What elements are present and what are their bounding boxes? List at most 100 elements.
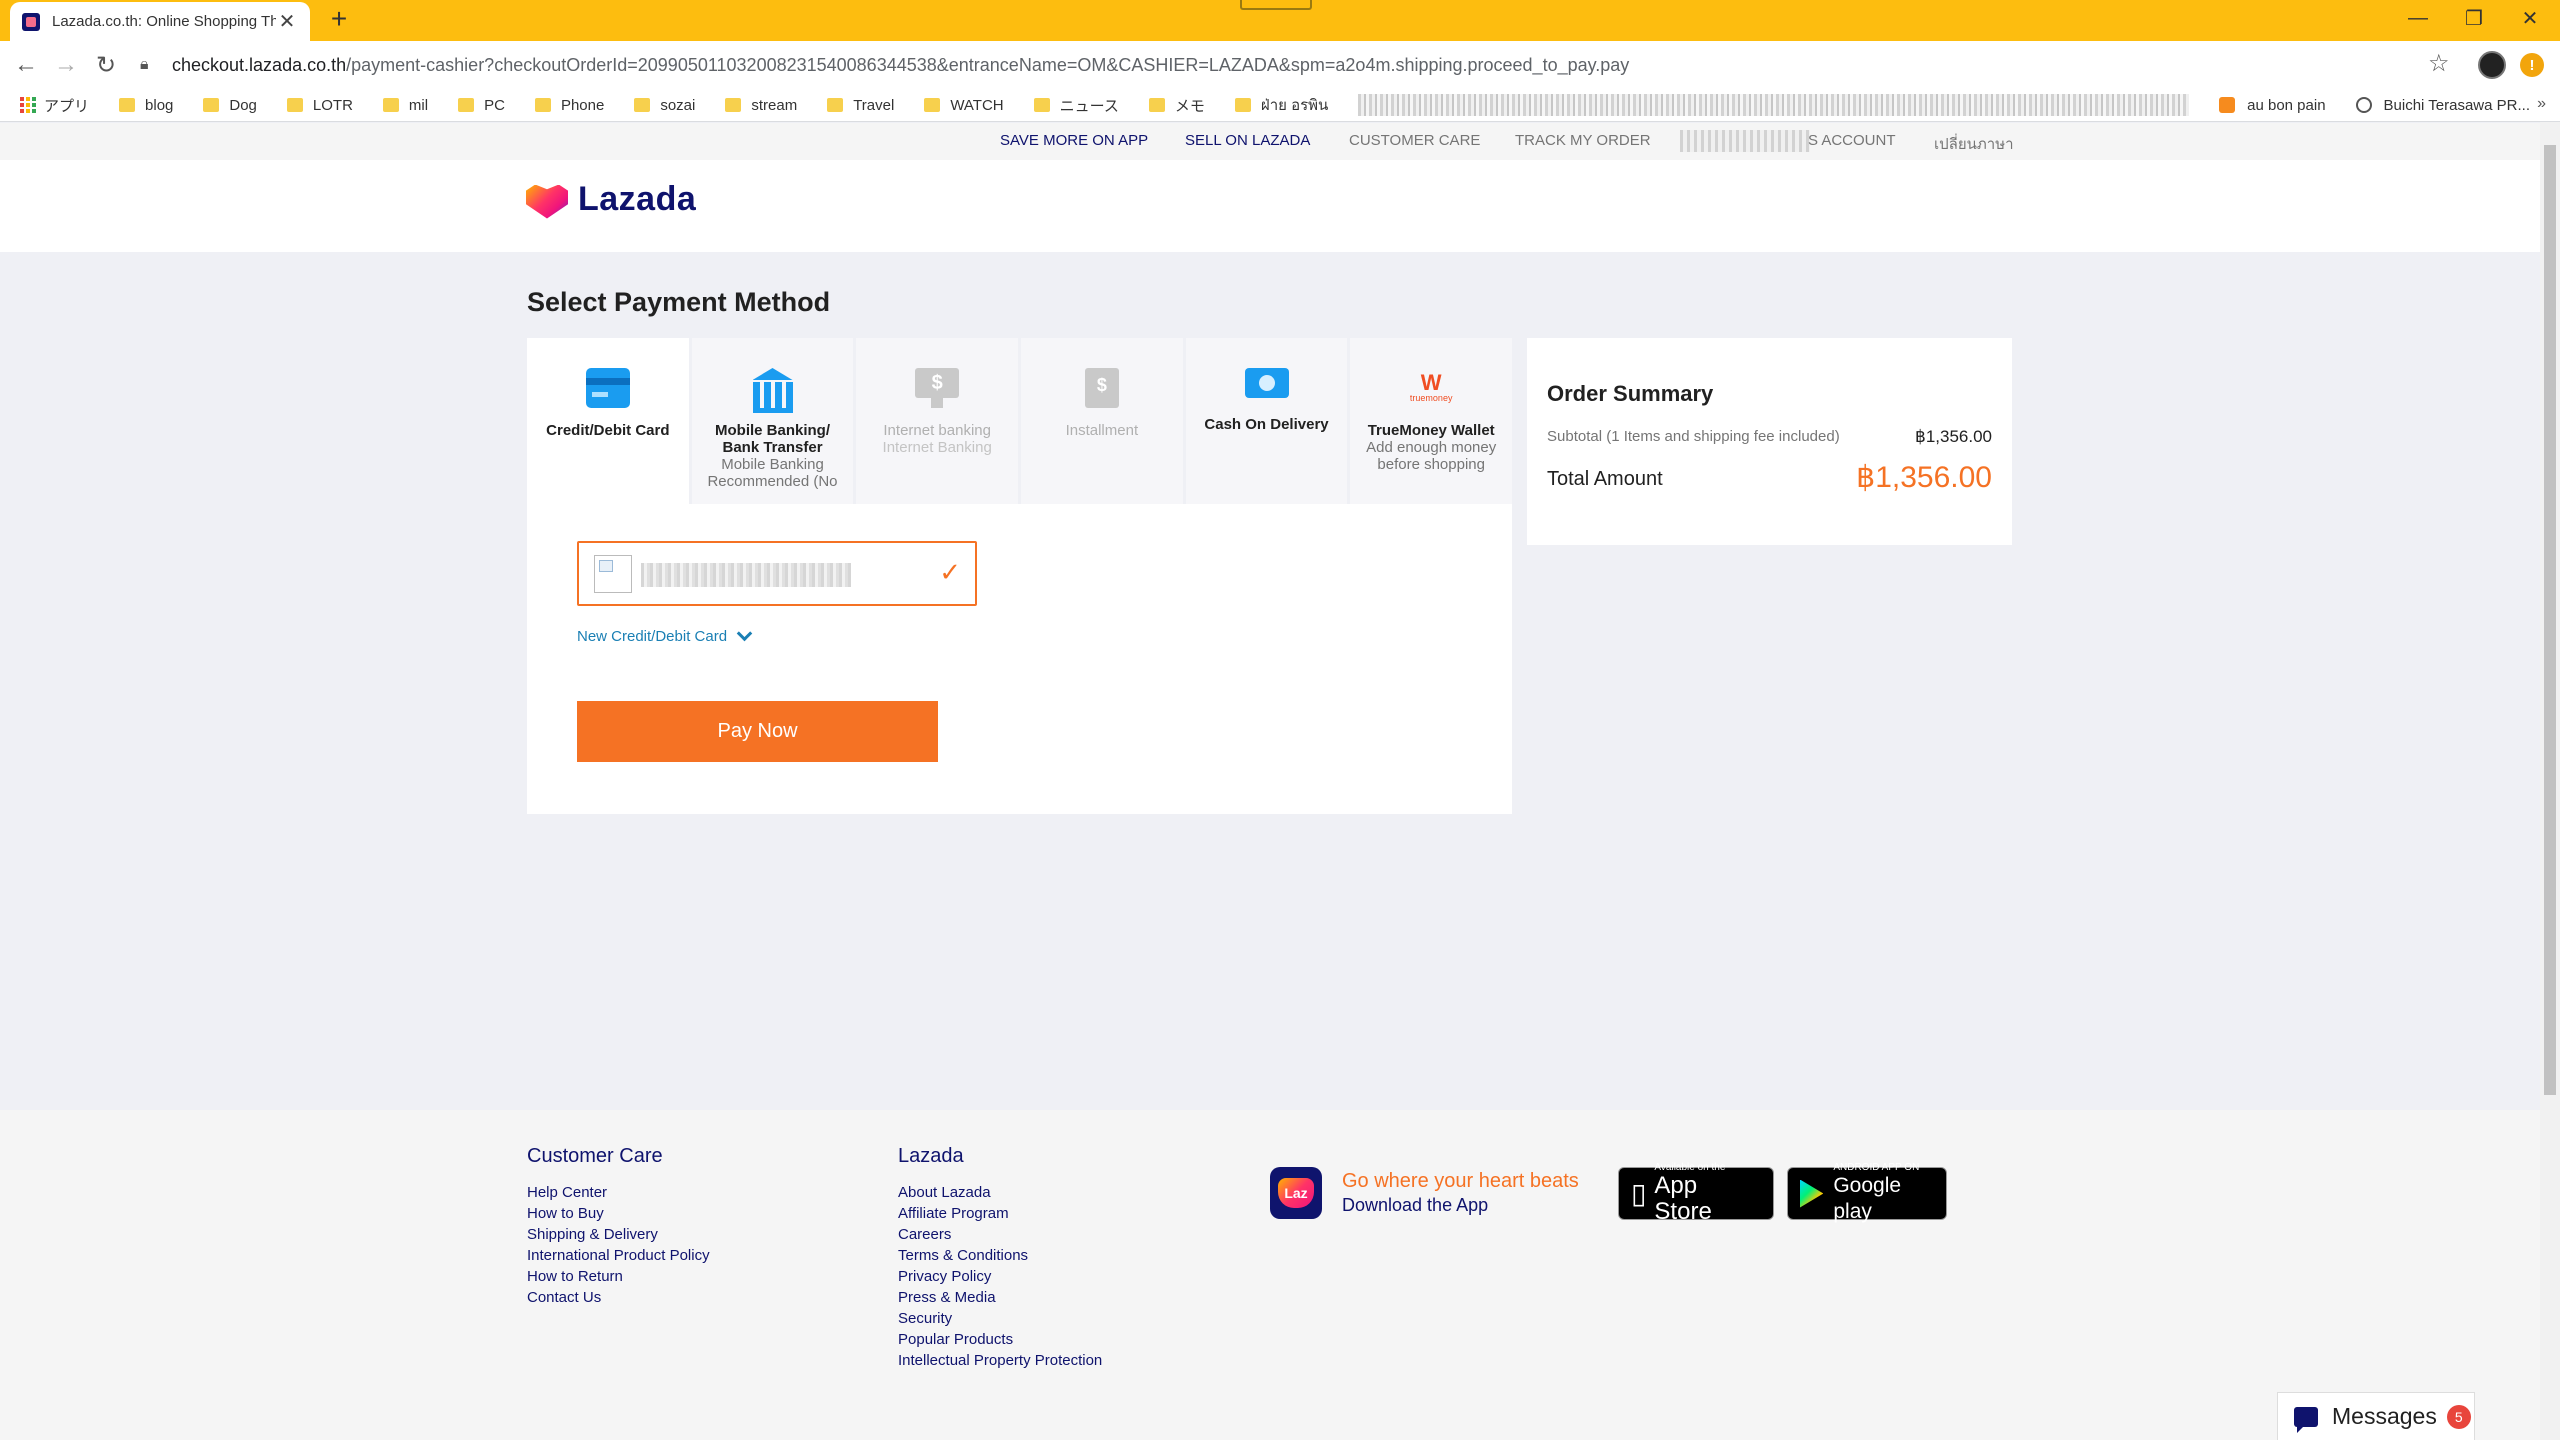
bookmark-folder[interactable]: mil bbox=[382, 97, 428, 114]
method-installment[interactable]: $ Installment bbox=[1021, 338, 1183, 504]
footer-link[interactable]: Security bbox=[898, 1308, 1102, 1329]
bookmarks-bar: アプリ blog Dog LOTR mil PC Phone sozai str… bbox=[0, 89, 2560, 122]
bookmark-apps[interactable]: アプリ bbox=[20, 95, 89, 116]
bookmark-folder[interactable]: sozai bbox=[634, 97, 695, 114]
folder-icon bbox=[1234, 98, 1251, 112]
bookmark-folder[interactable]: stream bbox=[725, 97, 797, 114]
footer-link[interactable]: Terms & Conditions bbox=[898, 1245, 1102, 1266]
save-more-on-app-link[interactable]: SAVE MORE ON APP bbox=[1000, 132, 1148, 149]
back-arrow-icon[interactable]: ← bbox=[10, 49, 42, 81]
card-brand-image bbox=[594, 555, 632, 593]
footer-link[interactable]: How to Buy bbox=[527, 1203, 710, 1224]
method-subtext: Mobile Banking Recommended (No bbox=[707, 456, 838, 490]
folder-icon bbox=[534, 98, 551, 112]
footer-link[interactable]: How to Return bbox=[527, 1266, 710, 1287]
method-mobile-banking[interactable]: Mobile Banking/ Bank Transfer Mobile Ban… bbox=[691, 338, 854, 504]
footer-heading: Customer Care bbox=[527, 1145, 663, 1167]
footer-link[interactable]: About Lazada bbox=[898, 1182, 1102, 1203]
lazada-logo[interactable]: Lazada bbox=[526, 180, 696, 219]
lazada-heart-icon bbox=[526, 181, 568, 219]
app-download-promo[interactable]: Go where your heart beats Download the A… bbox=[1270, 1167, 1579, 1219]
folder-icon bbox=[119, 98, 136, 112]
reload-icon[interactable]: ↻ bbox=[90, 49, 122, 81]
method-subtext: Add enough money before shopping bbox=[1366, 439, 1497, 473]
globe-icon bbox=[2355, 97, 2372, 113]
unread-count-badge: 5 bbox=[2446, 1404, 2471, 1429]
more-bookmarks-icon[interactable]: » bbox=[2537, 95, 2546, 113]
payment-method-tabs: Credit/Debit Card Mobile Banking/ Bank T… bbox=[527, 338, 1513, 504]
method-internet-banking[interactable]: $ Internet banking Internet Banking bbox=[856, 338, 1019, 504]
footer-link[interactable]: Contact Us bbox=[527, 1287, 710, 1308]
method-cash-on-delivery[interactable]: Cash On Delivery bbox=[1185, 338, 1348, 504]
bookmark-folder[interactable]: Dog bbox=[203, 97, 257, 114]
app-store-badge[interactable]: ▯ Available on the App Store bbox=[1618, 1162, 1774, 1225]
google-play-badge[interactable]: ANDROID APP ON Google play bbox=[1787, 1162, 1947, 1223]
saved-card-option[interactable]: ✓ bbox=[577, 541, 977, 606]
new-card-toggle[interactable]: New Credit/Debit Card bbox=[577, 625, 753, 645]
bookmark-link[interactable]: Buichi Terasawa PR... bbox=[2355, 97, 2530, 114]
tab-close-icon[interactable]: ✕ bbox=[276, 9, 298, 34]
messages-widget[interactable]: Messages 5 bbox=[2277, 1392, 2475, 1440]
messages-label: Messages bbox=[2332, 1403, 2437, 1429]
footer-lazada: Lazada About Lazada Affiliate Program Ca… bbox=[898, 1145, 1102, 1371]
pay-now-button[interactable]: Pay Now bbox=[577, 701, 938, 762]
footer-heading: Lazada bbox=[898, 1145, 964, 1167]
account-link[interactable]: S ACCOUNT bbox=[1808, 132, 1896, 149]
minimize-icon[interactable]: — bbox=[2390, 0, 2446, 36]
subtotal-label: Subtotal (1 Items and shipping fee inclu… bbox=[1547, 428, 1840, 445]
footer-link[interactable]: Shipping & Delivery bbox=[527, 1224, 710, 1245]
bookmark-link[interactable]: au bon pain bbox=[2219, 97, 2326, 114]
footer-link[interactable]: International Product Policy bbox=[527, 1245, 710, 1266]
bookmark-folder[interactable]: Phone bbox=[534, 97, 604, 114]
scrollbar-thumb[interactable] bbox=[2544, 145, 2556, 1095]
footer-customer-care: Customer Care Help Center How to Buy Shi… bbox=[527, 1145, 710, 1308]
change-language-link[interactable]: เปลี่ยนภาษา bbox=[1934, 132, 2014, 156]
method-name: TrueMoney Wallet bbox=[1367, 422, 1495, 439]
chat-bubble-icon bbox=[2294, 1406, 2318, 1433]
forward-arrow-icon[interactable]: → bbox=[50, 49, 82, 81]
method-truemoney-wallet[interactable]: Wtruemoney TrueMoney Wallet Add enough m… bbox=[1350, 338, 1513, 504]
bookmark-folder[interactable]: blog bbox=[119, 97, 173, 114]
bookmark-folder[interactable]: PC bbox=[458, 97, 505, 114]
redacted-account-name bbox=[1680, 130, 1810, 152]
profile-avatar[interactable] bbox=[2478, 51, 2506, 79]
browser-tab[interactable]: Lazada.co.th: Online Shopping Th ✕ bbox=[10, 2, 310, 41]
folder-icon bbox=[634, 98, 651, 112]
bookmark-folder[interactable]: WATCH bbox=[924, 97, 1004, 114]
footer-link[interactable]: Affiliate Program bbox=[898, 1203, 1102, 1224]
sell-on-lazada-link[interactable]: SELL ON LAZADA bbox=[1185, 132, 1310, 149]
truemoney-icon: Wtruemoney bbox=[1409, 370, 1453, 404]
new-tab-plus-icon[interactable]: + bbox=[326, 3, 352, 35]
bookmark-folder[interactable]: Travel bbox=[827, 97, 894, 114]
cash-icon bbox=[1244, 368, 1289, 398]
lazada-favicon-icon bbox=[22, 12, 40, 31]
footer-link[interactable]: Help Center bbox=[527, 1182, 710, 1203]
customer-care-link[interactable]: CUSTOMER CARE bbox=[1349, 132, 1480, 149]
installment-icon: $ bbox=[1084, 368, 1119, 408]
footer-link[interactable]: Popular Products bbox=[898, 1329, 1102, 1350]
footer-link[interactable]: Privacy Policy bbox=[898, 1266, 1102, 1287]
bookmark-star-icon[interactable]: ☆ bbox=[2428, 49, 2450, 78]
address-bar[interactable]: 🔒︎ checkout.lazada.co.th/payment-cashier… bbox=[140, 45, 2450, 85]
bookmark-folder[interactable]: LOTR bbox=[286, 97, 353, 114]
bookmark-folder[interactable]: メモ bbox=[1148, 95, 1205, 116]
redacted-card-number bbox=[641, 563, 851, 587]
redacted-bookmarks bbox=[1358, 94, 2190, 116]
lock-icon: 🔒︎ bbox=[140, 56, 149, 73]
bookmark-folder[interactable]: ニュース bbox=[1033, 95, 1119, 116]
track-my-order-link[interactable]: TRACK MY ORDER bbox=[1515, 132, 1651, 149]
bookmark-folder[interactable]: ฝ่าย อรพิน bbox=[1234, 93, 1328, 117]
method-credit-debit-card[interactable]: Credit/Debit Card bbox=[527, 338, 689, 504]
folder-icon bbox=[382, 98, 399, 112]
close-window-icon[interactable]: ✕ bbox=[2502, 0, 2558, 36]
restore-icon[interactable]: ❐ bbox=[2446, 0, 2502, 36]
update-alert-icon[interactable]: ! bbox=[2520, 53, 2544, 77]
footer-link[interactable]: Intellectual Property Protection bbox=[898, 1350, 1102, 1371]
phone-icon: ▯ bbox=[1631, 1178, 1647, 1209]
footer-link[interactable]: Careers bbox=[898, 1224, 1102, 1245]
footer-link[interactable]: Press & Media bbox=[898, 1287, 1102, 1308]
folder-icon bbox=[924, 98, 941, 112]
window-drag-handle[interactable] bbox=[1240, 0, 1312, 10]
total-value: ฿1,356.00 bbox=[1856, 461, 1992, 494]
site-favicon-icon bbox=[2219, 97, 2236, 113]
